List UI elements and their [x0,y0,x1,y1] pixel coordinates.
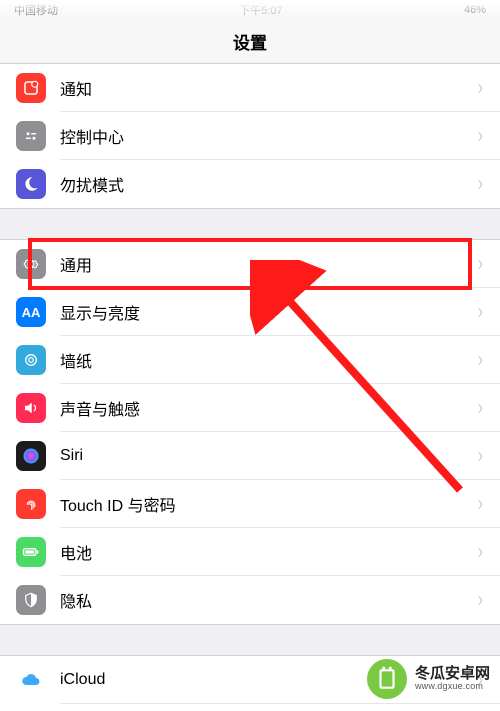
row-general[interactable]: 通用 › [0,240,500,288]
icloud-icon [16,665,46,695]
row-label: 勿扰模式 [60,172,471,196]
touchid-passcode-icon [16,489,46,519]
do-not-disturb-icon [16,169,46,199]
row-display-brightness[interactable]: AA 显示与亮度 › [0,288,500,336]
nav-bar: 设置 [0,20,500,64]
settings-screen: 中国移动 下午5:07 46% 设置 通知 › 控制中心 › [0,0,500,711]
settings-group-2: 通用 › AA 显示与亮度 › 墙纸 › 声音与触感 › [0,239,500,625]
row-label: 通用 [60,252,471,276]
page-title: 设置 [233,29,267,54]
row-sounds[interactable]: 声音与触感 › [0,384,500,432]
row-control-center[interactable]: 控制中心 › [0,112,500,160]
display-brightness-icon: AA [16,297,46,327]
row-privacy[interactable]: 隐私 › [0,576,500,624]
row-appstore[interactable]: iTunes Store 与 App Store › [0,704,500,711]
sounds-haptics-icon [16,393,46,423]
row-notifications[interactable]: 通知 › [0,64,500,112]
watermark-logo-icon [367,659,407,699]
chevron-right-icon: › [478,541,483,564]
chevron-right-icon: › [478,173,483,196]
privacy-icon [16,585,46,615]
siri-icon [16,441,46,471]
chevron-right-icon: › [478,589,483,612]
row-label: 控制中心 [60,124,471,148]
row-label: 声音与触感 [60,396,471,420]
row-label: 墙纸 [60,348,471,372]
row-siri[interactable]: Siri › [0,432,500,480]
row-label: Touch ID 与密码 [60,492,471,516]
row-label: Siri [60,447,471,465]
row-label: 通知 [60,76,471,100]
watermark-title: 冬瓜安卓网 [415,666,490,683]
watermark-url: www.dgxue.com [415,682,490,692]
chevron-right-icon: › [478,349,483,372]
wallpaper-icon [16,345,46,375]
settings-group-1: 通知 › 控制中心 › 勿扰模式 › [0,64,500,209]
row-battery[interactable]: 电池 › [0,528,500,576]
general-icon [16,249,46,279]
chevron-right-icon: › [478,77,483,100]
chevron-right-icon: › [478,125,483,148]
row-label: 电池 [60,540,471,564]
row-label: 隐私 [60,588,471,612]
watermark: 冬瓜安卓网 www.dgxue.com [367,659,490,699]
chevron-right-icon: › [478,445,483,468]
row-label: 显示与亮度 [60,300,471,324]
notifications-icon [16,73,46,103]
row-wallpaper[interactable]: 墙纸 › [0,336,500,384]
row-do-not-disturb[interactable]: 勿扰模式 › [0,160,500,208]
chevron-right-icon: › [478,493,483,516]
control-center-icon [16,121,46,151]
row-touchid[interactable]: Touch ID 与密码 › [0,480,500,528]
chevron-right-icon: › [478,397,483,420]
battery-icon [16,537,46,567]
chevron-right-icon: › [478,253,483,276]
chevron-right-icon: › [478,301,483,324]
